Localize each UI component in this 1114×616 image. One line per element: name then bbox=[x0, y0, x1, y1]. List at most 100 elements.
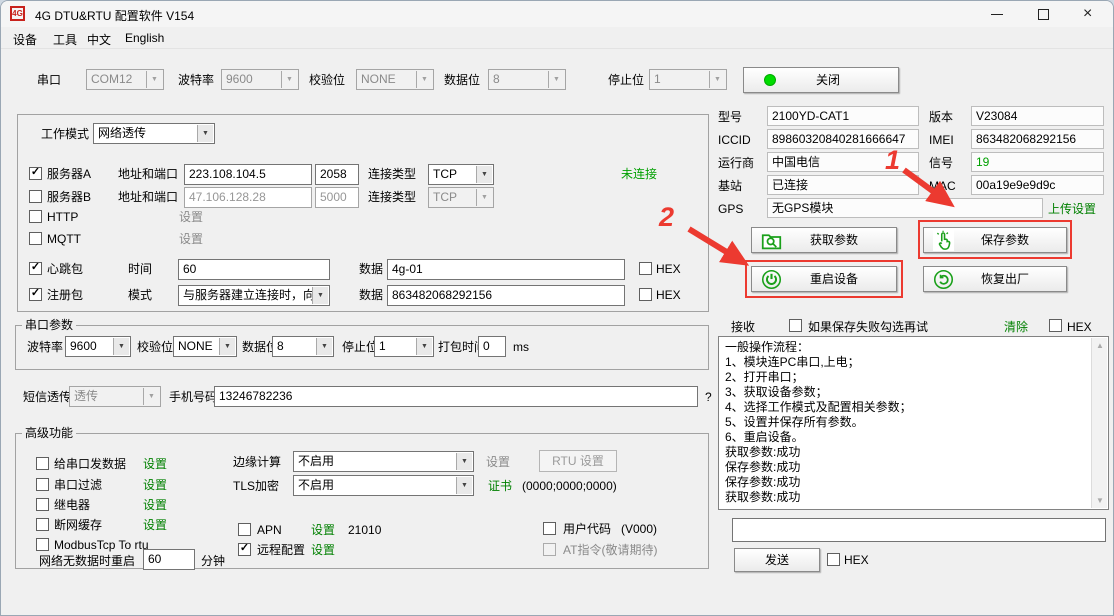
apn-checkbox[interactable] bbox=[238, 523, 251, 536]
chevron-down-icon: ▼ bbox=[219, 338, 235, 355]
reboot-minutes-input[interactable]: 60 bbox=[143, 549, 195, 570]
menu-tools[interactable]: 工具 bbox=[53, 31, 77, 48]
serial-filter-checkbox[interactable] bbox=[36, 478, 49, 491]
stopbits-label: 停止位 bbox=[608, 70, 644, 90]
serverA-port-input[interactable]: 2058 bbox=[315, 164, 359, 185]
chevron-down-icon: ▼ bbox=[146, 71, 162, 88]
send-input[interactable] bbox=[732, 518, 1106, 542]
send-hex-checkbox[interactable] bbox=[827, 553, 840, 566]
remote-config-checkbox[interactable] bbox=[238, 543, 251, 556]
serial-senddata-settings-link[interactable]: 设置 bbox=[143, 454, 167, 474]
scroll-down-icon[interactable]: ▼ bbox=[1092, 493, 1108, 508]
regpack-label: 注册包 bbox=[47, 285, 83, 305]
sms-mode-select[interactable]: 透传▼ bbox=[69, 386, 161, 407]
restart-device-button[interactable]: 重启设备 bbox=[751, 266, 897, 292]
at-command-checkbox[interactable] bbox=[543, 543, 556, 556]
window-title: 4G DTU&RTU 配置软件 V154 bbox=[35, 7, 194, 24]
sp-stopbits-select[interactable]: 1▼ bbox=[374, 336, 434, 357]
retry-on-fail-checkbox[interactable] bbox=[789, 319, 802, 332]
scroll-up-icon[interactable]: ▲ bbox=[1092, 338, 1108, 353]
get-params-button[interactable]: 获取参数 bbox=[751, 227, 897, 253]
sms-help-link[interactable]: ? bbox=[705, 387, 712, 408]
relay-label: 继电器 bbox=[54, 495, 90, 515]
http-checkbox[interactable] bbox=[29, 210, 42, 223]
serverA-ip-input[interactable]: 223.108.104.5 bbox=[184, 164, 312, 185]
relay-settings-link[interactable]: 设置 bbox=[143, 495, 167, 515]
serverA-conn-select[interactable]: TCP▼ bbox=[428, 164, 494, 185]
usercode-value: (V000) bbox=[621, 519, 657, 539]
remote-config-settings-link[interactable]: 设置 bbox=[311, 540, 335, 560]
menu-chinese[interactable]: 中文 bbox=[87, 31, 111, 48]
heartbeat-time-input[interactable]: 60 bbox=[178, 259, 330, 280]
relay-checkbox[interactable] bbox=[36, 498, 49, 511]
regpack-checkbox[interactable] bbox=[29, 288, 42, 301]
apn-label: APN bbox=[257, 520, 282, 540]
maximize-icon bbox=[1038, 9, 1049, 20]
send-button[interactable]: 发送 bbox=[734, 548, 820, 572]
edge-compute-label: 边缘计算 bbox=[233, 452, 281, 472]
chevron-down-icon: ▼ bbox=[416, 338, 432, 355]
baud-select[interactable]: 9600▼ bbox=[221, 69, 299, 90]
port-select[interactable]: COM12▼ bbox=[86, 69, 164, 90]
menu-english[interactable]: English bbox=[125, 31, 164, 45]
signal-value: 19 bbox=[971, 152, 1104, 172]
cert-link[interactable]: 证书 bbox=[488, 476, 512, 496]
heartbeat-data-input[interactable]: 4g-01 bbox=[387, 259, 625, 280]
serial-senddata-checkbox[interactable] bbox=[36, 457, 49, 470]
iccid-label: ICCID bbox=[718, 130, 751, 150]
chevron-down-icon: ▼ bbox=[281, 71, 297, 88]
close-icon: × bbox=[1083, 5, 1092, 23]
mqtt-settings-link: 设置 bbox=[179, 229, 203, 249]
factory-reset-button[interactable]: 恢复出厂 bbox=[923, 266, 1067, 292]
restore-undo-icon bbox=[933, 269, 954, 290]
serverB-conn-select[interactable]: TCP▼ bbox=[428, 187, 494, 208]
mqtt-checkbox[interactable] bbox=[29, 232, 42, 245]
heartbeat-checkbox[interactable] bbox=[29, 262, 42, 275]
heartbeat-label: 心跳包 bbox=[47, 259, 83, 279]
receive-hex-checkbox[interactable] bbox=[1049, 319, 1062, 332]
baud-label: 波特率 bbox=[178, 70, 214, 90]
regpack-mode-select[interactable]: 与服务器建立连接时，向▼ bbox=[178, 285, 330, 306]
modbustcp-checkbox[interactable] bbox=[36, 538, 49, 551]
serverB-checkbox[interactable] bbox=[29, 190, 42, 203]
parity-select[interactable]: NONE▼ bbox=[356, 69, 434, 90]
offline-cache-settings-link[interactable]: 设置 bbox=[143, 515, 167, 535]
stopbits-select[interactable]: 1▼ bbox=[649, 69, 727, 90]
usercode-checkbox[interactable] bbox=[543, 522, 556, 535]
sp-pack-input[interactable]: 0 bbox=[478, 336, 506, 357]
serverB-ip-input[interactable]: 47.106.128.28 bbox=[184, 187, 312, 208]
offline-cache-checkbox[interactable] bbox=[36, 518, 49, 531]
workmode-select[interactable]: 网络透传▼ bbox=[93, 123, 215, 144]
tls-select[interactable]: 不启用▼ bbox=[293, 475, 474, 496]
heartbeat-hex-checkbox[interactable] bbox=[639, 262, 652, 275]
serverA-checkbox[interactable] bbox=[29, 167, 42, 180]
reboot-label: 网络无数据时重启 bbox=[39, 551, 135, 571]
regpack-data-input[interactable]: 863482068292156 bbox=[387, 285, 625, 306]
rtu-settings-button[interactable]: RTU 设置 bbox=[539, 450, 617, 472]
clear-log-link[interactable]: 清除 bbox=[1004, 317, 1028, 337]
save-params-button[interactable]: 保存参数 bbox=[923, 227, 1067, 253]
databits-select[interactable]: 8▼ bbox=[488, 69, 566, 90]
menu-device[interactable]: 设备 bbox=[13, 31, 37, 48]
title-bar: 4G 4G DTU&RTU 配置软件 V154 × bbox=[1, 1, 1114, 27]
apn-settings-link[interactable]: 设置 bbox=[311, 520, 335, 540]
receive-hex-label: HEX bbox=[1067, 317, 1092, 337]
sp-parity-select[interactable]: NONE▼ bbox=[173, 336, 237, 357]
serial-filter-settings-link[interactable]: 设置 bbox=[143, 475, 167, 495]
usercode-label: 用户代码 bbox=[563, 519, 611, 539]
advanced-title: 高级功能 bbox=[22, 426, 76, 441]
upload-settings-link[interactable]: 上传设置 bbox=[1048, 199, 1096, 219]
regpack-hex-checkbox[interactable] bbox=[639, 288, 652, 301]
serverB-port-input[interactable]: 5000 bbox=[315, 187, 359, 208]
sp-baud-select[interactable]: 9600▼ bbox=[65, 336, 131, 357]
port-open-status-dot bbox=[764, 74, 776, 86]
retry-on-fail-label: 如果保存失败勾选再试 bbox=[808, 317, 928, 337]
hand-click-icon bbox=[933, 230, 954, 251]
sp-databits-select[interactable]: 8▼ bbox=[272, 336, 334, 357]
receive-log[interactable]: 一般操作流程： 1、模块连PC串口,上电； 2、打开串口； 3、获取设备参数； … bbox=[718, 336, 1109, 510]
log-scrollbar[interactable]: ▲ ▼ bbox=[1091, 338, 1107, 508]
close-port-button[interactable]: 关闭 bbox=[743, 67, 899, 93]
edge-compute-select[interactable]: 不启用▼ bbox=[293, 451, 474, 472]
sp-pack-unit: ms bbox=[513, 337, 529, 357]
sms-phone-input[interactable]: 13246782236 bbox=[214, 386, 698, 407]
